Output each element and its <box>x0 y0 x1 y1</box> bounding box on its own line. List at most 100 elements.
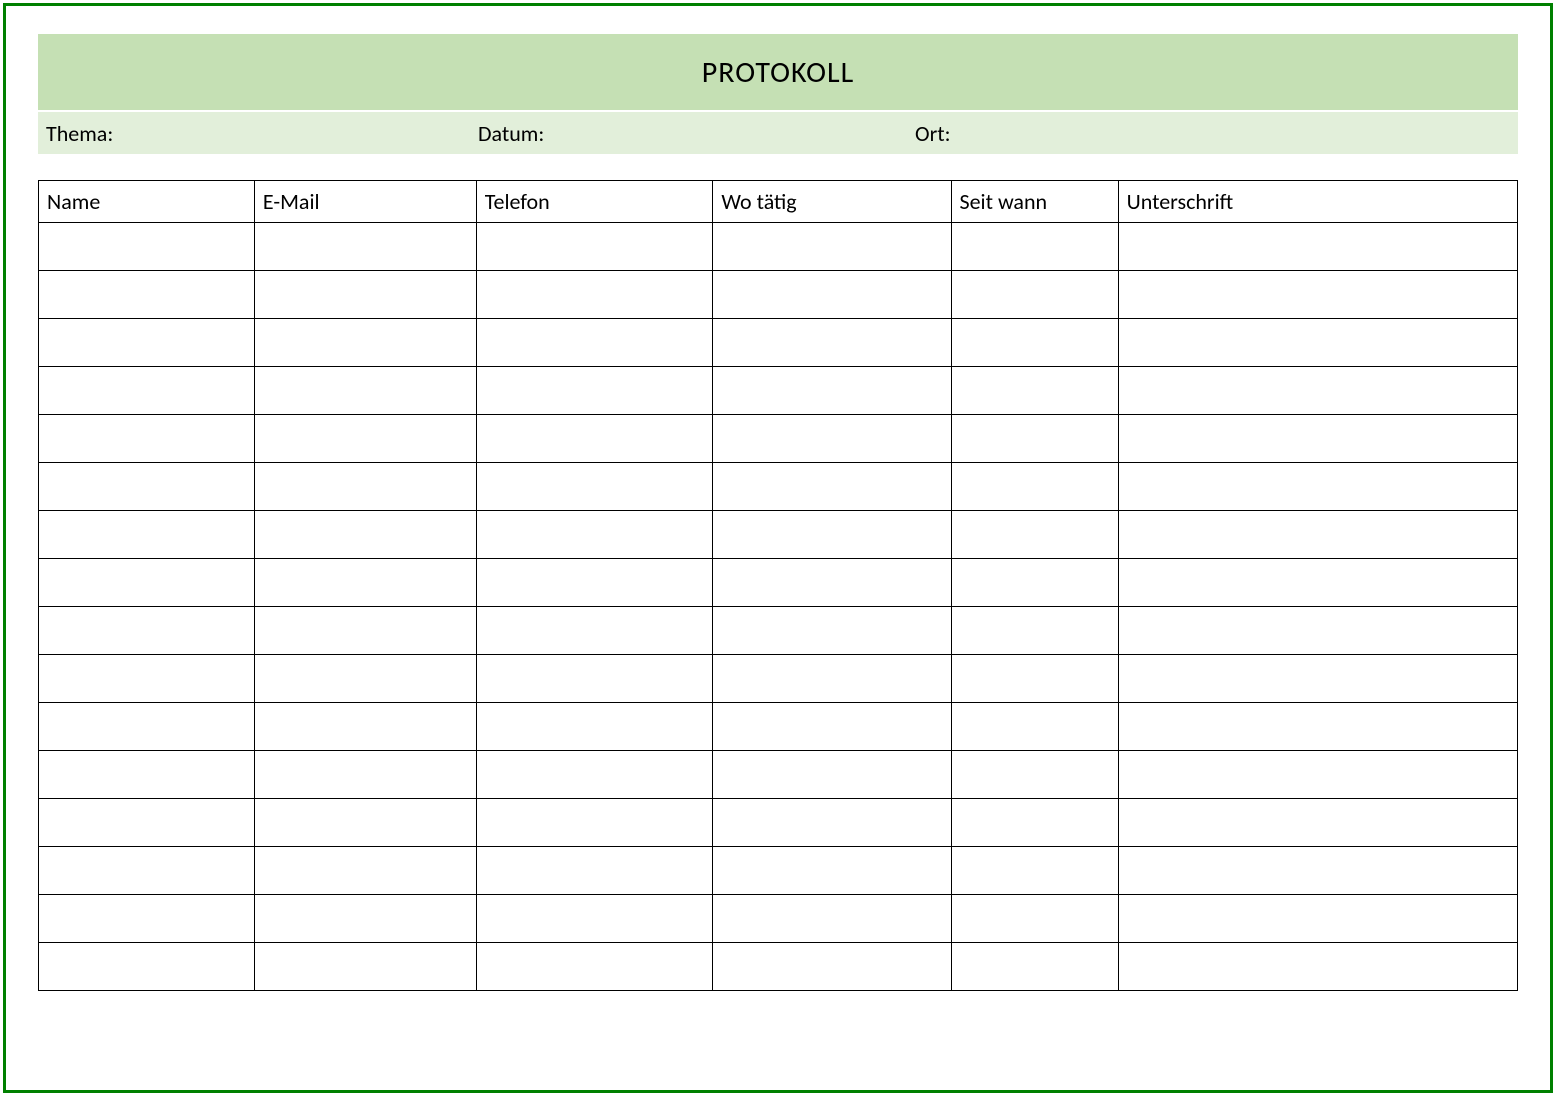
table-cell <box>39 607 255 655</box>
table-cell <box>39 895 255 943</box>
table-cell <box>476 415 713 463</box>
table-cell <box>476 751 713 799</box>
table-cell <box>476 367 713 415</box>
table-cell <box>39 847 255 895</box>
table-row <box>39 703 1518 751</box>
table-row <box>39 799 1518 847</box>
table-cell <box>476 655 713 703</box>
meta-date: Datum: <box>470 120 907 147</box>
table-cell <box>1118 703 1517 751</box>
table-cell <box>951 511 1118 559</box>
table-cell <box>951 223 1118 271</box>
table-cell <box>713 751 951 799</box>
table-cell <box>476 559 713 607</box>
table-cell <box>1118 271 1517 319</box>
table-cell <box>476 703 713 751</box>
table-cell <box>951 895 1118 943</box>
table-cell <box>39 943 255 991</box>
table-cell <box>254 703 476 751</box>
table-cell <box>951 655 1118 703</box>
meta-theme: Thema: <box>38 120 470 147</box>
table-cell <box>254 319 476 367</box>
table-cell <box>1118 223 1517 271</box>
table-cell <box>713 607 951 655</box>
table-cell <box>254 847 476 895</box>
table-cell <box>951 415 1118 463</box>
table-row <box>39 367 1518 415</box>
meta-theme-label: Thema: <box>46 120 113 147</box>
table-cell <box>476 895 713 943</box>
table-row <box>39 415 1518 463</box>
document-title: PROTOKOLL <box>702 54 854 91</box>
table-cell <box>713 847 951 895</box>
table-cell <box>39 223 255 271</box>
table-cell <box>254 415 476 463</box>
table-cell <box>39 703 255 751</box>
table-cell <box>39 511 255 559</box>
table-cell <box>1118 655 1517 703</box>
table-cell <box>1118 943 1517 991</box>
table-row <box>39 847 1518 895</box>
col-phone: Telefon <box>476 181 713 223</box>
table-row <box>39 463 1518 511</box>
table-cell <box>39 799 255 847</box>
table-cell <box>951 751 1118 799</box>
document-border: PROTOKOLL Thema: Datum: Ort: Name <box>3 3 1553 1093</box>
table-cell <box>39 751 255 799</box>
table-cell <box>254 367 476 415</box>
table-cell <box>39 319 255 367</box>
table-cell <box>39 559 255 607</box>
table-header-row: Name E-Mail Telefon Wo tätig Seit wann U… <box>39 181 1518 223</box>
table-cell <box>713 271 951 319</box>
table-row <box>39 655 1518 703</box>
table-cell <box>713 943 951 991</box>
table-cell <box>713 703 951 751</box>
table-cell <box>951 799 1118 847</box>
table-cell <box>254 655 476 703</box>
table-cell <box>713 319 951 367</box>
table-row <box>39 943 1518 991</box>
table-cell <box>476 319 713 367</box>
table-cell <box>254 463 476 511</box>
col-signature: Unterschrift <box>1118 181 1517 223</box>
table-row <box>39 895 1518 943</box>
table-cell <box>1118 895 1517 943</box>
table-cell <box>951 271 1118 319</box>
col-where: Wo tätig <box>713 181 951 223</box>
table-cell <box>951 703 1118 751</box>
table-cell <box>1118 511 1517 559</box>
meta-date-label: Datum: <box>478 120 544 147</box>
col-name: Name <box>39 181 255 223</box>
table-cell <box>713 511 951 559</box>
col-email: E-Mail <box>254 181 476 223</box>
table-row <box>39 559 1518 607</box>
table-cell <box>254 511 476 559</box>
table-cell <box>254 559 476 607</box>
col-since: Seit wann <box>951 181 1118 223</box>
table-cell <box>951 367 1118 415</box>
table-cell <box>951 559 1118 607</box>
table-cell <box>951 463 1118 511</box>
table-cell <box>476 847 713 895</box>
table-cell <box>713 799 951 847</box>
table-row <box>39 319 1518 367</box>
table-row <box>39 607 1518 655</box>
table-cell <box>476 607 713 655</box>
table-cell <box>1118 319 1517 367</box>
table-row <box>39 271 1518 319</box>
table-cell <box>476 223 713 271</box>
table-cell <box>254 799 476 847</box>
table-cell <box>1118 607 1517 655</box>
table-cell <box>713 895 951 943</box>
table-cell <box>713 559 951 607</box>
table-cell <box>254 895 476 943</box>
table-cell <box>951 607 1118 655</box>
table-cell <box>951 319 1118 367</box>
table-cell <box>1118 463 1517 511</box>
table-cell <box>39 367 255 415</box>
table-row <box>39 751 1518 799</box>
title-bar: PROTOKOLL <box>38 34 1518 110</box>
table-cell <box>1118 367 1517 415</box>
table-cell <box>476 463 713 511</box>
table-cell <box>713 415 951 463</box>
